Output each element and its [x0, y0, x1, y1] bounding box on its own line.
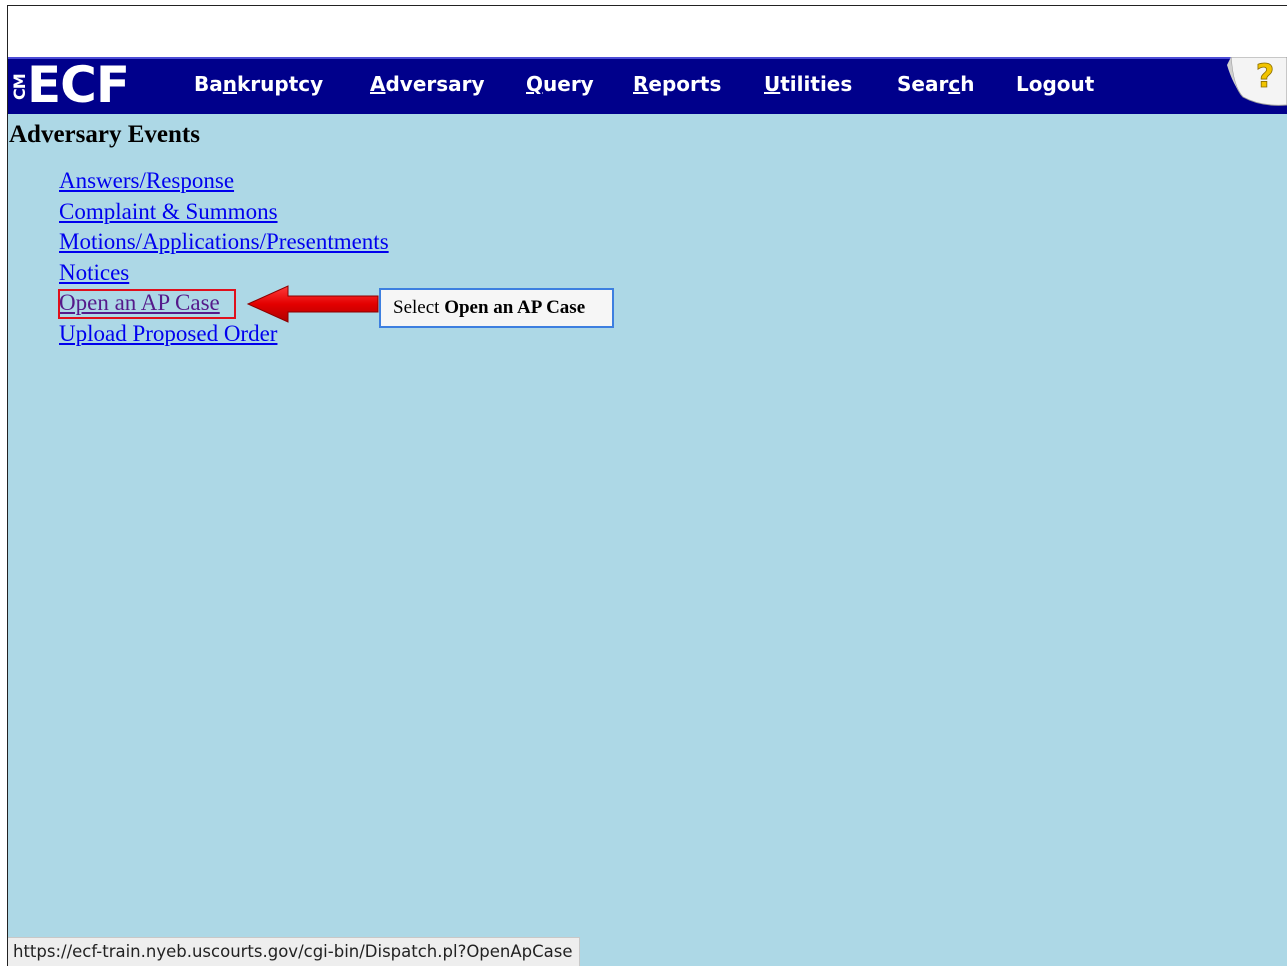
main-content: Adversary Events Answers/Response Compla… — [8, 114, 1287, 966]
link-complaint-summons[interactable]: Complaint & Summons — [59, 197, 389, 228]
callout-emphasis: Open an AP Case — [444, 297, 586, 318]
menu-adversary[interactable]: Adversary — [370, 59, 485, 112]
help-question-icon[interactable]: ? — [1221, 56, 1287, 113]
cmecf-logo: CM ECF — [10, 56, 161, 114]
logo-ecf-text: ECF — [27, 56, 130, 114]
menu-search[interactable]: Search — [897, 59, 974, 112]
browser-window: CM ECF Bankruptcy Adversary Query Report… — [7, 5, 1287, 966]
svg-text:?: ? — [1256, 57, 1275, 95]
menu-logout[interactable]: Logout — [1016, 59, 1094, 112]
left-arrow-icon — [246, 285, 379, 323]
link-answers-response[interactable]: Answers/Response — [59, 166, 389, 197]
menu-query[interactable]: Query — [526, 59, 594, 112]
highlight-box — [58, 289, 236, 319]
link-motions-applications-presentments[interactable]: Motions/Applications/Presentments — [59, 227, 389, 258]
menu-utilities[interactable]: Utilities — [764, 59, 852, 112]
top-navigation-bar: CM ECF Bankruptcy Adversary Query Report… — [8, 56, 1287, 114]
instruction-callout: Select Open an AP Case — [379, 288, 614, 328]
callout-prefix: Select — [393, 297, 445, 318]
menu-reports[interactable]: Reports — [633, 59, 721, 112]
page-title: Adversary Events — [9, 121, 200, 148]
menu-bankruptcy[interactable]: Bankruptcy — [194, 59, 323, 112]
status-bar-url: https://ecf-train.nyeb.uscourts.gov/cgi-… — [8, 937, 580, 966]
